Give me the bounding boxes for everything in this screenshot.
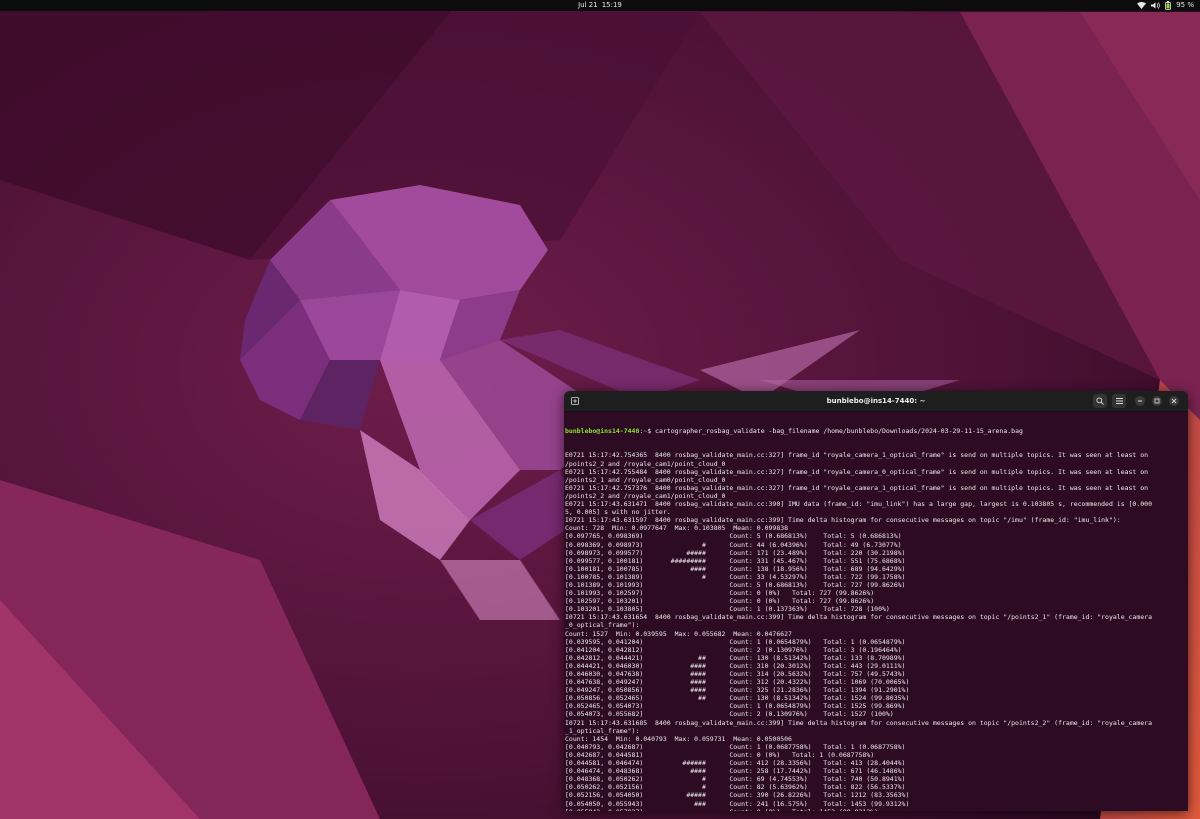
terminal-window[interactable]: bunblebo@ins14-7440: ~ bunblebo@ins14-74… [564,391,1188,811]
output-line: [0.040793, 0.042687) Count: 1 (0.0687758… [565,742,906,751]
minimize-icon [1138,400,1142,402]
output-line: [0.054050, 0.055943) ### Count: 241 (16.… [565,799,910,808]
output-line: E0721 15:17:42.754365 8400 rosbag_valida… [565,451,1149,460]
output-line: [0.102597, 0.103201) Count: 0 (0%) Total… [565,597,875,606]
output-line: [0.047638, 0.049247) #### Count: 312 (20… [565,678,910,687]
output-line: [0.100181, 0.100785) #### Count: 138 (18… [565,564,906,573]
output-line: [0.054073, 0.055682] Count: 2 (0.130976%… [565,710,894,719]
volume-icon [1151,2,1160,9]
output-line: [0.100785, 0.101389) # Count: 33 (4.5329… [565,572,906,581]
output-line: [0.046030, 0.047638) #### Count: 314 (20… [565,670,906,678]
output-line: [0.049247, 0.050856) #### Count: 325 (21… [565,686,910,695]
output-line: [0.050262, 0.052156) # Count: 82 (5.6396… [565,783,906,792]
output-line: [0.055943, 0.057837) Count: 0 (0%) Total… [565,808,1188,811]
wifi-icon [1137,2,1147,9]
output-line: [0.041204, 0.042812) Count: 2 (0.130976%… [565,645,902,654]
close-button[interactable] [1169,396,1179,406]
prompt-symbol: $ [647,427,652,436]
output-line: [0.098973, 0.099577) ##### Count: 171 (2… [565,548,906,557]
output-line: _0_optical_frame"): [565,621,640,630]
output-line: [0.048368, 0.050262) # Count: 69 (4.7455… [565,775,906,784]
maximize-icon [1154,398,1160,404]
output-line: E0721 15:17:43.631471 8400 rosbag_valida… [565,500,1152,509]
output-line: [0.050856, 0.052465) ## Count: 130 (8.51… [565,694,910,703]
menu-button[interactable] [1112,394,1126,408]
output-line: [0.044581, 0.046474) ###### Count: 412 (… [565,759,906,768]
output-line: Count: 1527 Min: 0.039595 Max: 0.055682 … [565,629,792,638]
terminal-output[interactable]: bunblebo@ins14-7440:~$ cartographer_rosb… [565,411,1188,811]
output-line: [0.052156, 0.054050) ##### Count: 390 (2… [565,791,910,800]
output-line: [0.052465, 0.054073) Count: 1 (0.0654879… [565,702,906,711]
minimize-button[interactable] [1135,396,1145,406]
output-line: /points2_1 and /royale_cam0/point_cloud_… [565,475,726,484]
output-line: [0.099577, 0.100181) ######### Count: 33… [565,556,906,565]
prompt-user: bunblebo@ins14-7440 [565,427,640,436]
output-line: Count: 1454 Min: 0.040793 Max: 0.059731 … [565,734,792,743]
output-line: /points2_2 and /royale_cam1/point_cloud_… [565,459,726,468]
close-icon [1171,398,1177,404]
battery-percent: 95 % [1176,1,1194,9]
clock-date: Jul 21 [578,1,598,9]
top-bar: Jul 21 15:19 95 % [0,0,1200,11]
output-line: [0.098369, 0.098973) # Count: 44 (6.0439… [565,540,902,549]
output-line: [0.097765, 0.098369) Count: 5 (0.686813%… [565,532,902,541]
output-line: [0.039595, 0.041204) Count: 1 (0.0654879… [565,637,906,646]
output-line: _1_optical_frame"): [565,726,640,735]
clock[interactable]: Jul 21 15:19 [0,0,1200,11]
output-lines: E0721 15:17:42.754365 8400 rosbag_valida… [565,451,1188,811]
battery-icon [1165,1,1172,10]
output-line: [0.044421, 0.046030) #### Count: 310 (20… [565,661,906,670]
search-button[interactable] [1093,394,1107,408]
command-text: cartographer_rosbag_validate -bag_filena… [655,427,1023,436]
clock-time: 15:19 [601,1,622,9]
output-line: [0.042687, 0.044581) Count: 0 (0%) Total… [565,750,875,759]
maximize-button[interactable] [1152,396,1162,406]
system-tray[interactable]: 95 % [1137,0,1194,11]
output-line: I0721 15:17:43.631654 8400 rosbag_valida… [565,613,1152,622]
output-line: [0.103201, 0.103805] Count: 1 (0.137363%… [565,605,890,614]
output-line: I0721 15:17:43.631685 8400 rosbag_valida… [565,718,1152,727]
output-line: I0721 15:17:43.631597 8400 rosbag_valida… [565,516,1121,525]
search-icon [1096,397,1104,405]
command-line: bunblebo@ins14-7440:~$ cartographer_rosb… [565,427,1188,435]
output-line: [0.101993, 0.102597) Count: 0 (0%) Total… [565,589,875,598]
output-line: E0721 15:17:42.755484 8400 rosbag_valida… [565,467,1149,476]
output-line: Count: 728 Min: 0.0977647 Max: 0.103805 … [565,524,789,533]
output-line: 5, 0.005] s with no jitter. [565,508,671,517]
output-line: E0721 15:17:42.757376 8400 rosbag_valida… [565,483,1149,492]
output-line: [0.101389, 0.101993) Count: 5 (0.686813%… [565,580,906,589]
hamburger-menu-icon [1115,398,1123,404]
output-line: [0.046474, 0.048368) #### Count: 258 (17… [565,767,906,776]
output-line: [0.042812, 0.044421) ## Count: 130 (8.51… [565,653,906,662]
output-line: /points2_2 and /royale_cam1/point_cloud_… [565,491,726,500]
terminal-titlebar[interactable]: bunblebo@ins14-7440: ~ [564,391,1188,412]
